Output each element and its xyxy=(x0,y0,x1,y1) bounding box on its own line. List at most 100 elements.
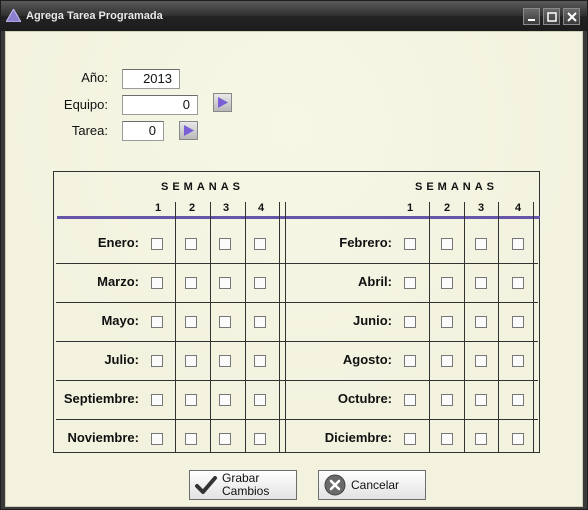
week-checkbox[interactable] xyxy=(441,433,453,445)
week-checkbox[interactable] xyxy=(512,238,524,250)
tarea-lookup-button[interactable] xyxy=(179,121,198,140)
week-checkbox[interactable] xyxy=(512,316,524,328)
week-checkbox[interactable] xyxy=(512,277,524,289)
month-label: Julio: xyxy=(104,352,139,367)
month-label: Agosto: xyxy=(342,352,392,367)
play-arrow-icon xyxy=(218,97,228,108)
app-triangle-icon xyxy=(6,9,21,22)
week-checkbox[interactable] xyxy=(151,394,163,406)
semanas-header-left: SEMANAS xyxy=(161,181,245,193)
week-checkbox[interactable] xyxy=(475,433,487,445)
grid-column-divider xyxy=(245,202,246,452)
week-checkbox[interactable] xyxy=(404,277,416,289)
grid-column-divider xyxy=(279,202,280,452)
grid-column-divider xyxy=(533,202,534,452)
week-checkbox[interactable] xyxy=(219,316,231,328)
window: Agrega Tarea Programada Año: 2013 Equipo… xyxy=(0,0,588,510)
month-label: Mayo: xyxy=(101,313,139,328)
week-header-right-3: 3 xyxy=(477,202,485,214)
title-bar[interactable]: Agrega Tarea Programada xyxy=(1,1,587,31)
anio-field[interactable]: 2013 xyxy=(122,69,180,89)
window-title: Agrega Tarea Programada xyxy=(26,10,163,22)
month-label: Abril: xyxy=(358,274,392,289)
week-checkbox[interactable] xyxy=(441,238,453,250)
semanas-header-right: SEMANAS xyxy=(415,181,499,193)
grabar-label-line2: Cambios xyxy=(222,484,270,498)
week-checkbox[interactable] xyxy=(475,277,487,289)
week-checkbox[interactable] xyxy=(404,433,416,445)
anio-label: Año: xyxy=(81,70,108,85)
week-header-right-4: 4 xyxy=(514,202,522,214)
week-checkbox[interactable] xyxy=(151,238,163,250)
week-checkbox[interactable] xyxy=(404,394,416,406)
grid-row-divider xyxy=(56,263,538,264)
week-checkbox[interactable] xyxy=(475,394,487,406)
week-checkbox[interactable] xyxy=(254,394,266,406)
week-header-right-1: 1 xyxy=(406,202,414,214)
week-checkbox[interactable] xyxy=(219,355,231,367)
play-arrow-icon xyxy=(184,125,194,136)
week-checkbox[interactable] xyxy=(185,238,197,250)
week-checkbox[interactable] xyxy=(404,316,416,328)
week-checkbox[interactable] xyxy=(185,316,197,328)
week-checkbox[interactable] xyxy=(185,433,197,445)
week-checkbox[interactable] xyxy=(441,355,453,367)
month-label: Octubre: xyxy=(337,391,392,406)
week-checkbox[interactable] xyxy=(404,238,416,250)
week-header-left-1: 1 xyxy=(154,202,162,214)
cancelar-button[interactable]: Cancelar xyxy=(318,470,426,500)
cancel-icon xyxy=(324,474,346,496)
week-checkbox[interactable] xyxy=(475,355,487,367)
week-checkbox[interactable] xyxy=(512,355,524,367)
week-checkbox[interactable] xyxy=(254,316,266,328)
week-checkbox[interactable] xyxy=(254,433,266,445)
tarea-field[interactable]: 0 xyxy=(122,121,164,141)
month-label: Noviembre: xyxy=(67,430,139,445)
equipo-label: Equipo: xyxy=(63,97,108,112)
week-checkbox[interactable] xyxy=(151,433,163,445)
close-icon xyxy=(566,11,577,22)
week-checkbox[interactable] xyxy=(219,238,231,250)
week-checkbox[interactable] xyxy=(185,394,197,406)
month-label: Marzo: xyxy=(97,274,139,289)
equipo-lookup-button[interactable] xyxy=(213,93,232,112)
week-header-left-3: 3 xyxy=(222,202,230,214)
maximize-button[interactable] xyxy=(543,8,560,25)
month-label: Septiembre: xyxy=(63,391,139,406)
close-button[interactable] xyxy=(563,8,580,25)
week-checkbox[interactable] xyxy=(219,277,231,289)
month-label: Junio: xyxy=(353,313,392,328)
grid-column-divider xyxy=(210,202,211,452)
dialog-body: Año: 2013 Equipo: 0 Tarea: 0 SEMANAS SEM… xyxy=(5,31,583,507)
month-label: Enero: xyxy=(97,235,139,250)
header-divider xyxy=(57,216,540,219)
grid-column-divider xyxy=(429,202,430,452)
week-checkbox[interactable] xyxy=(475,316,487,328)
week-checkbox[interactable] xyxy=(151,277,163,289)
week-checkbox[interactable] xyxy=(512,394,524,406)
grid-row-divider xyxy=(56,380,538,381)
week-checkbox[interactable] xyxy=(185,355,197,367)
week-header-left-4: 4 xyxy=(257,202,265,214)
week-checkbox[interactable] xyxy=(151,355,163,367)
week-checkbox[interactable] xyxy=(441,277,453,289)
week-checkbox[interactable] xyxy=(151,316,163,328)
week-checkbox[interactable] xyxy=(254,277,266,289)
week-checkbox[interactable] xyxy=(219,394,231,406)
tarea-label: Tarea: xyxy=(71,123,108,138)
week-checkbox[interactable] xyxy=(254,238,266,250)
week-checkbox[interactable] xyxy=(254,355,266,367)
week-checkbox[interactable] xyxy=(475,238,487,250)
week-checkbox[interactable] xyxy=(219,433,231,445)
week-checkbox[interactable] xyxy=(441,394,453,406)
week-checkbox[interactable] xyxy=(441,316,453,328)
maximize-icon xyxy=(546,11,557,22)
weeks-grid: SEMANAS SEMANAS 1 2 3 4 1 2 3 4 Enero: Fe… xyxy=(53,171,540,453)
week-checkbox[interactable] xyxy=(185,277,197,289)
grid-row-divider xyxy=(56,419,538,420)
week-checkbox[interactable] xyxy=(512,433,524,445)
week-checkbox[interactable] xyxy=(404,355,416,367)
minimize-button[interactable] xyxy=(523,8,540,25)
grabar-cambios-button[interactable]: Grabar Cambios xyxy=(189,470,297,500)
equipo-field[interactable]: 0 xyxy=(122,95,198,115)
